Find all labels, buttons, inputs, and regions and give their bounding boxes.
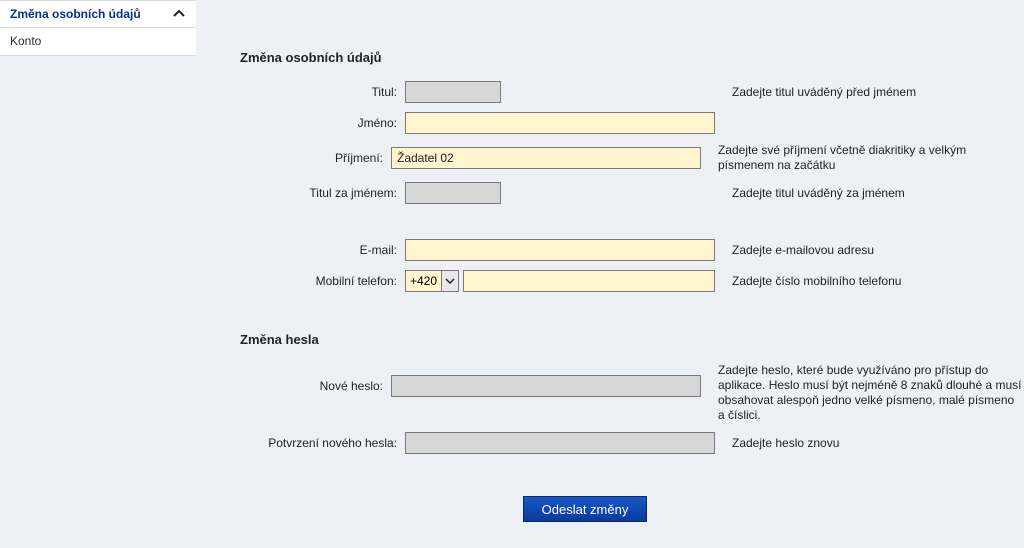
input-titul[interactable] bbox=[405, 81, 501, 103]
row-jmeno: Jméno: bbox=[240, 112, 1024, 134]
label-jmeno: Jméno: bbox=[240, 116, 405, 130]
submit-button[interactable]: Odeslat změny bbox=[523, 496, 648, 522]
input-prijmeni[interactable] bbox=[391, 147, 701, 169]
input-titul-za[interactable] bbox=[405, 182, 501, 204]
input-email[interactable] bbox=[405, 239, 715, 261]
input-potvrz-heslo[interactable] bbox=[405, 432, 715, 454]
row-telefon: Mobilní telefon: Zadejte číslo mobilního… bbox=[240, 270, 1024, 292]
help-titul-za: Zadejte titul uváděný za jménem bbox=[718, 186, 905, 201]
row-titul-za: Titul za jménem: Zadejte titul uváděný z… bbox=[240, 182, 1024, 204]
sidebar: Změna osobních údajů Konto bbox=[0, 0, 196, 548]
sidebar-item-label: Změna osobních údajů bbox=[10, 1, 141, 28]
help-telefon: Zadejte číslo mobilního telefonu bbox=[718, 274, 901, 289]
label-titul: Titul: bbox=[240, 85, 405, 99]
main-content: Změna osobních údajů Titul: Zadejte titu… bbox=[196, 0, 1024, 548]
input-telefon[interactable] bbox=[463, 270, 715, 292]
sidebar-item-personal[interactable]: Změna osobních údajů bbox=[0, 0, 196, 28]
help-email: Zadejte e-mailovou adresu bbox=[718, 243, 874, 258]
chevron-up-icon bbox=[172, 9, 186, 19]
chevron-down-icon bbox=[445, 277, 455, 285]
telefon-prefix-dropdown[interactable] bbox=[441, 270, 459, 292]
row-prijmeni: Příjmení: Zadejte své příjmení včetně di… bbox=[240, 143, 1024, 173]
row-email: E-mail: Zadejte e-mailovou adresu bbox=[240, 239, 1024, 261]
label-titul-za: Titul za jménem: bbox=[240, 186, 405, 200]
label-prijmeni: Příjmení: bbox=[240, 151, 391, 165]
help-nove-heslo: Zadejte heslo, které bude využíváno pro … bbox=[704, 363, 1024, 423]
sidebar-item-konto[interactable]: Konto bbox=[0, 28, 196, 56]
row-potvrz-heslo: Potvrzení nového hesla: Zadejte heslo zn… bbox=[240, 432, 1024, 454]
label-nove-heslo: Nové heslo: bbox=[240, 363, 391, 393]
help-potvrz-heslo: Zadejte heslo znovu bbox=[718, 436, 839, 451]
sidebar-item-label: Konto bbox=[10, 34, 41, 48]
row-titul: Titul: Zadejte titul uváděný před jménem bbox=[240, 81, 1024, 103]
label-email: E-mail: bbox=[240, 243, 405, 257]
input-telefon-prefix[interactable] bbox=[405, 270, 441, 292]
input-jmeno[interactable] bbox=[405, 112, 715, 134]
label-telefon: Mobilní telefon: bbox=[240, 274, 405, 288]
section-title-personal: Změna osobních údajů bbox=[240, 50, 1024, 65]
section-title-password: Změna hesla bbox=[240, 332, 1024, 347]
row-nove-heslo: Nové heslo: Zadejte heslo, které bude vy… bbox=[240, 363, 1024, 423]
help-prijmeni: Zadejte své příjmení včetně diakritiky a… bbox=[704, 143, 1024, 173]
help-titul: Zadejte titul uváděný před jménem bbox=[718, 85, 916, 100]
input-nove-heslo[interactable] bbox=[391, 375, 701, 397]
label-potvrz-heslo: Potvrzení nového hesla: bbox=[240, 436, 405, 450]
